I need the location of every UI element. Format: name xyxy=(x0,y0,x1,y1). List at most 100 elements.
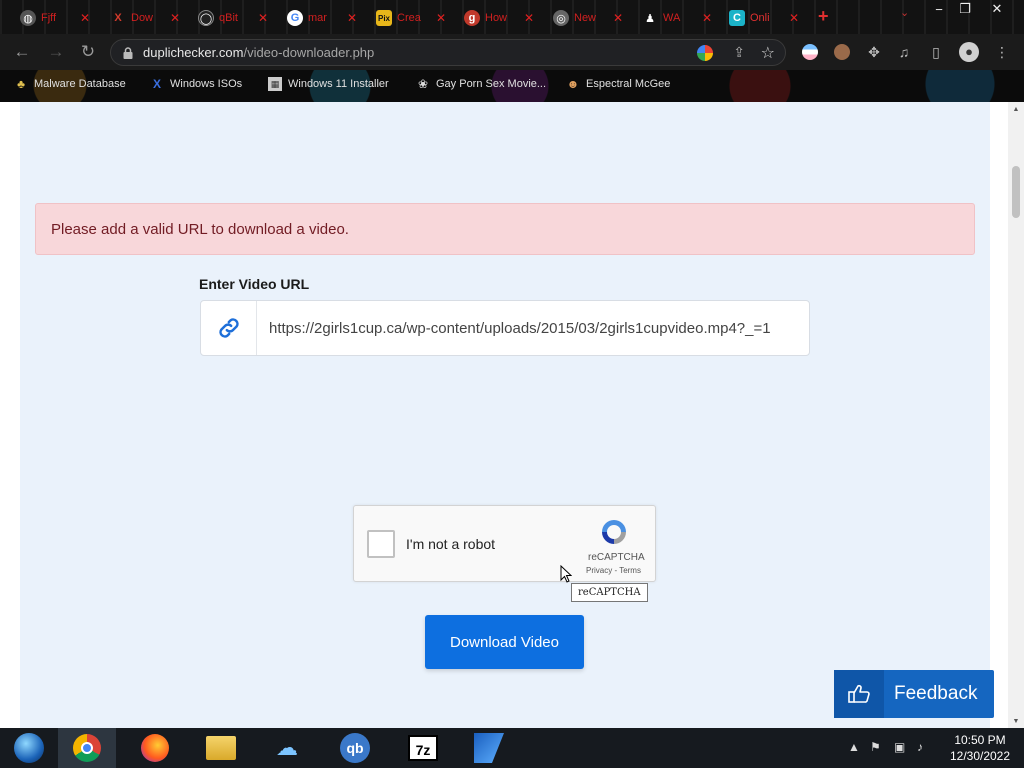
close-tab-icon[interactable]: ✕ xyxy=(258,11,268,25)
network-people-icon: ☁ xyxy=(276,735,298,760)
network-status-icon[interactable]: ▣ xyxy=(894,740,905,754)
folder-icon xyxy=(206,736,236,760)
recaptcha-brand: reCAPTCHA xyxy=(588,552,645,563)
recaptcha-logo-icon xyxy=(602,520,626,544)
mouse-cursor-icon xyxy=(560,565,572,583)
volume-icon[interactable]: ♪ xyxy=(917,740,923,754)
github-icon: ◯ xyxy=(198,10,214,26)
link-icon-box xyxy=(201,301,257,355)
close-tab-icon[interactable]: ✕ xyxy=(170,11,180,25)
link-icon xyxy=(218,318,239,338)
clock-time: 10:50 PM xyxy=(954,733,1006,747)
lock-icon xyxy=(123,46,133,59)
chrome-icon: ◎ xyxy=(553,10,569,26)
show-hidden-icons-icon[interactable]: ▲ xyxy=(848,740,860,754)
close-tab-icon[interactable]: ✕ xyxy=(613,11,623,25)
recaptcha-checkbox[interactable] xyxy=(367,530,395,558)
bookmark-windows-isos[interactable]: X Windows ISOs xyxy=(150,77,242,91)
start-orb-icon xyxy=(14,733,44,763)
bookmark-windows-11-installer[interactable]: ▦ Windows 11 Installer xyxy=(268,77,389,91)
bookmark-gay-porn-sex-movie[interactable]: ❀ Gay Porn Sex Movie... xyxy=(416,77,546,91)
editor-app-icon xyxy=(474,733,504,763)
video-url-input[interactable] xyxy=(269,319,789,337)
close-tab-icon[interactable]: ✕ xyxy=(80,11,90,25)
taskbar-network[interactable]: ☁ xyxy=(258,728,316,768)
share-icon[interactable]: ⇪ xyxy=(733,44,745,61)
recaptcha-tooltip: reCAPTCHA xyxy=(571,583,648,602)
address-bar[interactable]: duplichecker.com /video-downloader.php ⇪… xyxy=(110,39,786,66)
back-arrow-icon[interactable]: ← xyxy=(12,42,32,62)
reload-icon[interactable]: ↻ xyxy=(78,42,98,62)
bookmark-malware-database[interactable]: ♣ Malware Database xyxy=(14,77,126,91)
url-host: duplichecker.com xyxy=(143,45,244,60)
tab-4[interactable]: G mar ✕ xyxy=(281,6,363,30)
tab-2[interactable]: X Dow ✕ xyxy=(104,6,186,30)
tab-strip: ◍ Fjff ✕ X Dow ✕ ◯ qBit ✕ G mar ✕ Pix Cr… xyxy=(0,0,1024,34)
download-video-button[interactable]: Download Video xyxy=(425,615,584,669)
tab-search-icon[interactable]: ⌄ xyxy=(900,6,909,19)
close-tab-icon[interactable]: ✕ xyxy=(524,11,534,25)
taskbar-editor[interactable] xyxy=(460,728,518,768)
pixlr-icon: Pix xyxy=(376,10,392,26)
forward-arrow-icon[interactable]: → xyxy=(46,42,66,62)
scroll-up-arrow-icon[interactable]: ▲ xyxy=(1008,102,1024,116)
tab-3[interactable]: ◯ qBit ✕ xyxy=(192,6,274,30)
new-tab-button[interactable]: + xyxy=(818,6,829,27)
page-scrollbar[interactable]: ▲ ▼ xyxy=(1008,102,1024,728)
tab-6[interactable]: g How ✕ xyxy=(458,6,540,30)
people-icon: ♟ xyxy=(645,12,655,25)
url-field-label: Enter Video URL xyxy=(199,276,310,292)
extension-flag-icon[interactable] xyxy=(800,42,820,62)
error-alert: Please add a valid URL to download a vid… xyxy=(35,203,975,255)
tab-7[interactable]: ◎ New ✕ xyxy=(547,6,629,30)
image-icon: ▦ xyxy=(268,77,282,91)
bookmark-star-icon[interactable]: ☆ xyxy=(761,43,775,63)
windows-taskbar: ☁ qb 7z ▲ ⚑ ▣ ♪ 10:50 PM 12/30/2022 xyxy=(0,728,1024,768)
close-tab-icon[interactable]: ✕ xyxy=(436,11,446,25)
ghost-icon: ☻ xyxy=(566,77,580,91)
page-viewport: Please add a valid URL to download a vid… xyxy=(0,102,1024,728)
feedback-thumbs-up-icon xyxy=(834,670,884,718)
action-center-flag-icon[interactable]: ⚑ xyxy=(870,740,881,754)
feedback-button[interactable]: Feedback xyxy=(834,670,994,718)
close-tab-icon[interactable]: ✕ xyxy=(702,11,712,25)
recaptcha-label: I'm not a robot xyxy=(406,536,496,552)
site-logo-icon: ❀ xyxy=(417,77,429,91)
globe-icon: ◍ xyxy=(20,10,36,26)
restore-button[interactable]: ❐ xyxy=(948,0,982,18)
c-favicon-icon: C xyxy=(729,10,745,26)
side-panel-icon[interactable]: ▯ xyxy=(926,42,946,62)
extensions-puzzle-icon[interactable]: ✥ xyxy=(864,42,884,62)
recaptcha-privacy-terms-link[interactable]: Privacy - Terms xyxy=(586,566,641,575)
system-clock[interactable]: 10:50 PM 12/30/2022 xyxy=(940,732,1020,764)
scroll-down-arrow-icon[interactable]: ▼ xyxy=(1008,714,1024,728)
browser-toolbar: ← → ↻ duplichecker.com /video-downloader… xyxy=(0,34,1024,70)
tab-8[interactable]: ♟ WA ✕ xyxy=(636,6,718,30)
extension-avatar-icon[interactable] xyxy=(832,42,852,62)
menu-kebab-icon[interactable]: ⋮ xyxy=(994,42,1010,62)
google-lens-icon[interactable] xyxy=(697,45,713,61)
taskbar-7zip[interactable]: 7z xyxy=(394,728,452,768)
tab-5[interactable]: Pix Crea ✕ xyxy=(370,6,452,30)
chrome-icon xyxy=(73,734,101,762)
close-window-button[interactable]: ✕ xyxy=(980,0,1014,18)
g-favicon-icon: g xyxy=(464,10,480,26)
taskbar-qbittorrent[interactable]: qb xyxy=(326,728,384,768)
tab-1[interactable]: ◍ Fjff ✕ xyxy=(14,6,96,30)
google-icon: G xyxy=(287,10,303,26)
taskbar-file-explorer[interactable] xyxy=(192,728,250,768)
7zip-icon: 7z xyxy=(408,735,438,761)
taskbar-chrome[interactable] xyxy=(58,728,116,768)
close-tab-icon[interactable]: ✕ xyxy=(789,11,799,25)
start-button[interactable] xyxy=(0,728,58,768)
bookmark-espectral-mcgee[interactable]: ☻ Espectral McGee xyxy=(566,77,671,91)
scrollbar-thumb[interactable] xyxy=(1012,166,1020,218)
profile-icon[interactable]: ● xyxy=(958,42,980,62)
page-content: Please add a valid URL to download a vid… xyxy=(20,102,994,728)
media-controls-icon[interactable]: ♫ xyxy=(894,42,914,62)
feedback-label: Feedback xyxy=(894,683,978,704)
taskbar-firefox[interactable] xyxy=(126,728,184,768)
close-tab-icon[interactable]: ✕ xyxy=(347,11,357,25)
x-favicon-icon: X xyxy=(114,12,122,24)
tab-9-active[interactable]: C Onli ✕ xyxy=(723,6,805,30)
